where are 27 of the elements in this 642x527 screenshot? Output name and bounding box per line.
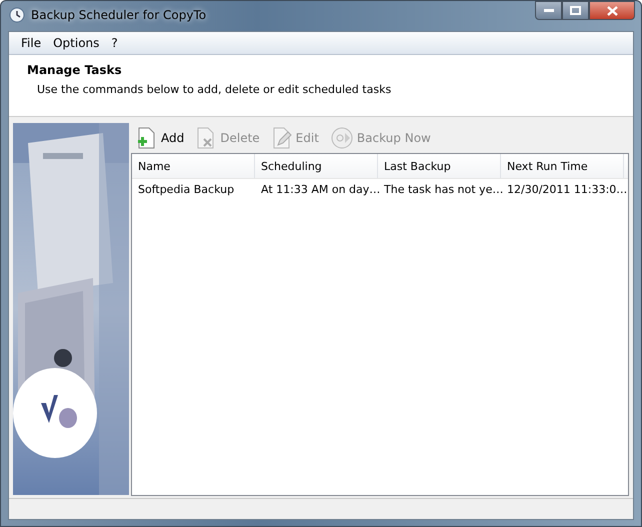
table-cell-text: Softpedia Backup [137,182,236,198]
table-cell-text: 12/30/2011 11:33:0… [506,182,624,198]
minimize-button[interactable] [535,1,562,20]
toolbar-button[interactable]: Add [133,125,188,151]
column-header[interactable]: Scheduling [255,154,378,178]
edit-document-icon [272,127,292,149]
table-cell-text: The task has not ye… [383,182,501,198]
header-title: Manage Tasks [27,63,123,77]
menu-item[interactable]: File [21,36,42,50]
close-icon [606,6,618,16]
add-document-icon [137,127,157,149]
menu-item[interactable]: ? [111,36,118,50]
table-cell-text: At 11:33 AM on day… [260,182,378,198]
menu-item[interactable]: Options [53,36,100,50]
maximize-icon [570,6,581,15]
clock-icon [9,7,25,23]
column-header[interactable]: Name [132,154,255,178]
task-row[interactable]: Softpedia Backup At 11:33 AM on day… The task has not ye… 12/30/2011 11:33:0… [132,179,628,199]
delete-document-icon [196,127,216,149]
minimize-icon [544,8,554,12]
column-header[interactable]: Next Run Time [501,154,624,178]
maximize-button[interactable] [562,1,589,20]
header-subtitle: Use the commands below to add, delete or edit scheduled tasks [37,83,392,96]
play-disc-icon [330,127,353,149]
column-header[interactable]: Last Backup [378,154,501,178]
window-title: Backup Scheduler for CopyTo [31,8,206,22]
close-button[interactable] [589,1,635,20]
